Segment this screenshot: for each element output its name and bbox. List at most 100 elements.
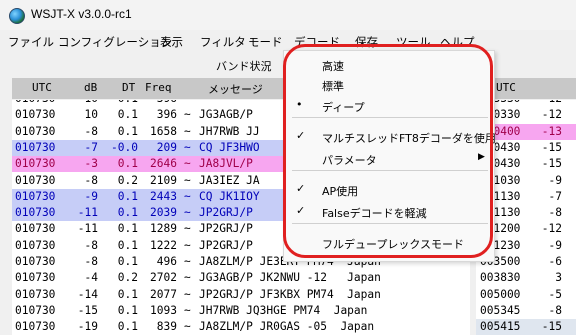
- menu-0[interactable]: ファイル: [8, 34, 54, 50]
- decode-menu-label: ディープ: [322, 101, 365, 114]
- decode-menu-item-0[interactable]: 高速: [284, 55, 494, 75]
- col-db: dB: [84, 81, 98, 94]
- rx-utc: 003830: [480, 271, 521, 285]
- decode-message: CQ JK1IOY: [199, 189, 260, 203]
- menu-6[interactable]: 保存: [355, 34, 378, 50]
- decode-sep: ~: [184, 320, 191, 334]
- decode-sep: ~: [184, 238, 191, 252]
- decode-freq: 1658: [150, 124, 177, 138]
- decode-sep: ~: [184, 157, 191, 171]
- decode-dt: 0.1: [117, 108, 138, 122]
- decode-db: 10: [84, 108, 98, 122]
- menu-2[interactable]: 表示: [160, 34, 183, 50]
- menu-separator: [292, 223, 488, 224]
- decode-freq: 396: [140, 100, 177, 107]
- radio-dot-icon: •: [296, 98, 303, 111]
- decode-utc: 010730: [15, 271, 56, 285]
- decode-db: -19: [77, 320, 98, 334]
- decode-message: JA3IEZ JA: [199, 173, 260, 187]
- decode-row[interactable]: 010730 -15 0.1 1093 ~ JH7RWB JQ3HGE PM74 Japa…: [12, 303, 472, 319]
- rx-row[interactable]: 005345 -8: [476, 303, 576, 319]
- col-utc: UTC: [32, 81, 52, 94]
- rx-db: -15: [541, 140, 562, 154]
- decode-sep: ~: [184, 255, 191, 268]
- decode-utc: 010730: [15, 206, 56, 220]
- decode-db: -14: [77, 287, 98, 301]
- rx-row[interactable]: 005415 -15: [476, 319, 576, 335]
- decode-freq: 839: [156, 320, 177, 334]
- menu-bar: ファイル コンフィグレーション 表示 フィルタ モード デコード 保存 ツール ヘルプ: [0, 30, 576, 52]
- rx-db: -5: [548, 287, 562, 301]
- menu-7[interactable]: ツール: [396, 34, 431, 50]
- menu-1[interactable]: コンフィグレーション: [58, 34, 172, 50]
- decode-row[interactable]: 010730 -19 0.1 839 ~ JA8ZLM/P JR0GAS -05 Japa…: [12, 319, 472, 335]
- decode-sep: ~: [184, 189, 191, 203]
- col-freq: Freq: [145, 81, 172, 94]
- decode-freq: 396: [156, 108, 177, 122]
- decode-utc: 010730: [15, 140, 56, 154]
- decode-menu-item-5[interactable]: ✓ AP使用: [284, 180, 494, 200]
- decode-db: -11: [77, 222, 98, 236]
- decode-sep: ~: [184, 206, 191, 220]
- decode-menu-item-3[interactable]: ✓ マルチスレッドFT8デコーダを使用: [284, 127, 496, 147]
- decode-utc: 010730: [15, 108, 56, 122]
- decode-utc: 010730: [15, 303, 56, 317]
- title-bar: WSJT-X v3.0.0-rc1: [0, 0, 576, 30]
- rx-db: -8: [548, 206, 562, 220]
- decode-message: JP2GRJ/P JF3KBX PM74 Japan: [199, 287, 381, 301]
- decode-menu-label: パラメータ: [322, 154, 377, 167]
- decode-row[interactable]: 010730 -14 0.1 2077 ~ JP2GRJ/P JF3KBX PM74 Ja…: [12, 287, 472, 303]
- decode-sep: ~: [184, 124, 191, 138]
- rx-db: -6: [548, 255, 562, 268]
- decode-dt: 0.1: [117, 157, 138, 171]
- decode-menu-item-1[interactable]: 標準: [284, 75, 494, 95]
- menu-4[interactable]: モード: [248, 34, 283, 50]
- decode-row[interactable]: 010730 -4 0.2 2702 ~ JG3AGB/P JK2NWU -12 Japa…: [12, 270, 472, 286]
- rx-db: -15: [541, 157, 562, 171]
- submenu-arrow-icon: ▶: [478, 152, 485, 162]
- decode-utc: 010730: [15, 287, 56, 301]
- decode-db: -11: [77, 206, 98, 220]
- rx-db: 3: [555, 271, 562, 285]
- decode-db: -4: [84, 271, 98, 285]
- decode-dt: 0.1: [117, 303, 138, 317]
- decode-sep: ~: [184, 100, 191, 107]
- decode-message: JH7RWB JJ: [199, 124, 260, 138]
- decode-menu-label: 高速: [322, 60, 344, 73]
- decode-menu-item-4[interactable]: パラメータ ▶: [284, 149, 494, 169]
- checkmark-icon: ✓: [296, 182, 306, 195]
- decode-freq: 1093: [150, 303, 177, 317]
- rx-db: -9: [548, 173, 562, 187]
- rx-db: -9: [548, 238, 562, 252]
- decode-menu-item-7[interactable]: フルデュープレックスモード: [284, 233, 494, 253]
- decode-menu-item-2[interactable]: • ディープ: [284, 96, 494, 116]
- menu-5[interactable]: デコード: [294, 34, 340, 50]
- rx-db: -8: [548, 303, 562, 317]
- decode-dt: 0.1: [117, 255, 138, 268]
- menu-separator: [292, 170, 488, 171]
- decode-message: JG3AGB/P: [199, 108, 253, 122]
- band-activity-title: バンド状況: [216, 60, 272, 73]
- menu-3[interactable]: フィルタ: [200, 34, 246, 50]
- decode-dt: 0.1: [117, 189, 138, 203]
- window-title: WSJT-X v3.0.0-rc1: [31, 7, 132, 21]
- col-message: メッセージ: [208, 83, 263, 96]
- checkmark-icon: ✓: [296, 129, 306, 142]
- decode-utc: 010730: [15, 173, 56, 187]
- rx-row[interactable]: 005000 -5: [476, 287, 576, 303]
- rx-utc: 005415: [480, 320, 521, 334]
- decode-menu-item-6[interactable]: ✓ Falseデコードを軽減: [284, 202, 494, 222]
- decode-dt: 0.1: [117, 320, 138, 334]
- rx-row[interactable]: 003830 3: [476, 270, 576, 286]
- decode-message: JG3AGB/P JK2NWU -12 Japan: [199, 271, 381, 285]
- menu-8[interactable]: ヘルプ: [440, 34, 475, 50]
- decode-freq: 2109: [150, 173, 177, 187]
- col-dt: DT: [122, 81, 136, 94]
- decode-message: JP2GRJ/P: [199, 222, 253, 236]
- decode-utc: 010730: [15, 238, 56, 252]
- decode-sep: ~: [184, 173, 191, 187]
- decode-message: JP2GRJ/P: [199, 206, 253, 220]
- decode-dt: 0.2: [117, 271, 138, 285]
- col-utc-right: UTC: [496, 81, 516, 94]
- rx-db: -15: [541, 320, 562, 334]
